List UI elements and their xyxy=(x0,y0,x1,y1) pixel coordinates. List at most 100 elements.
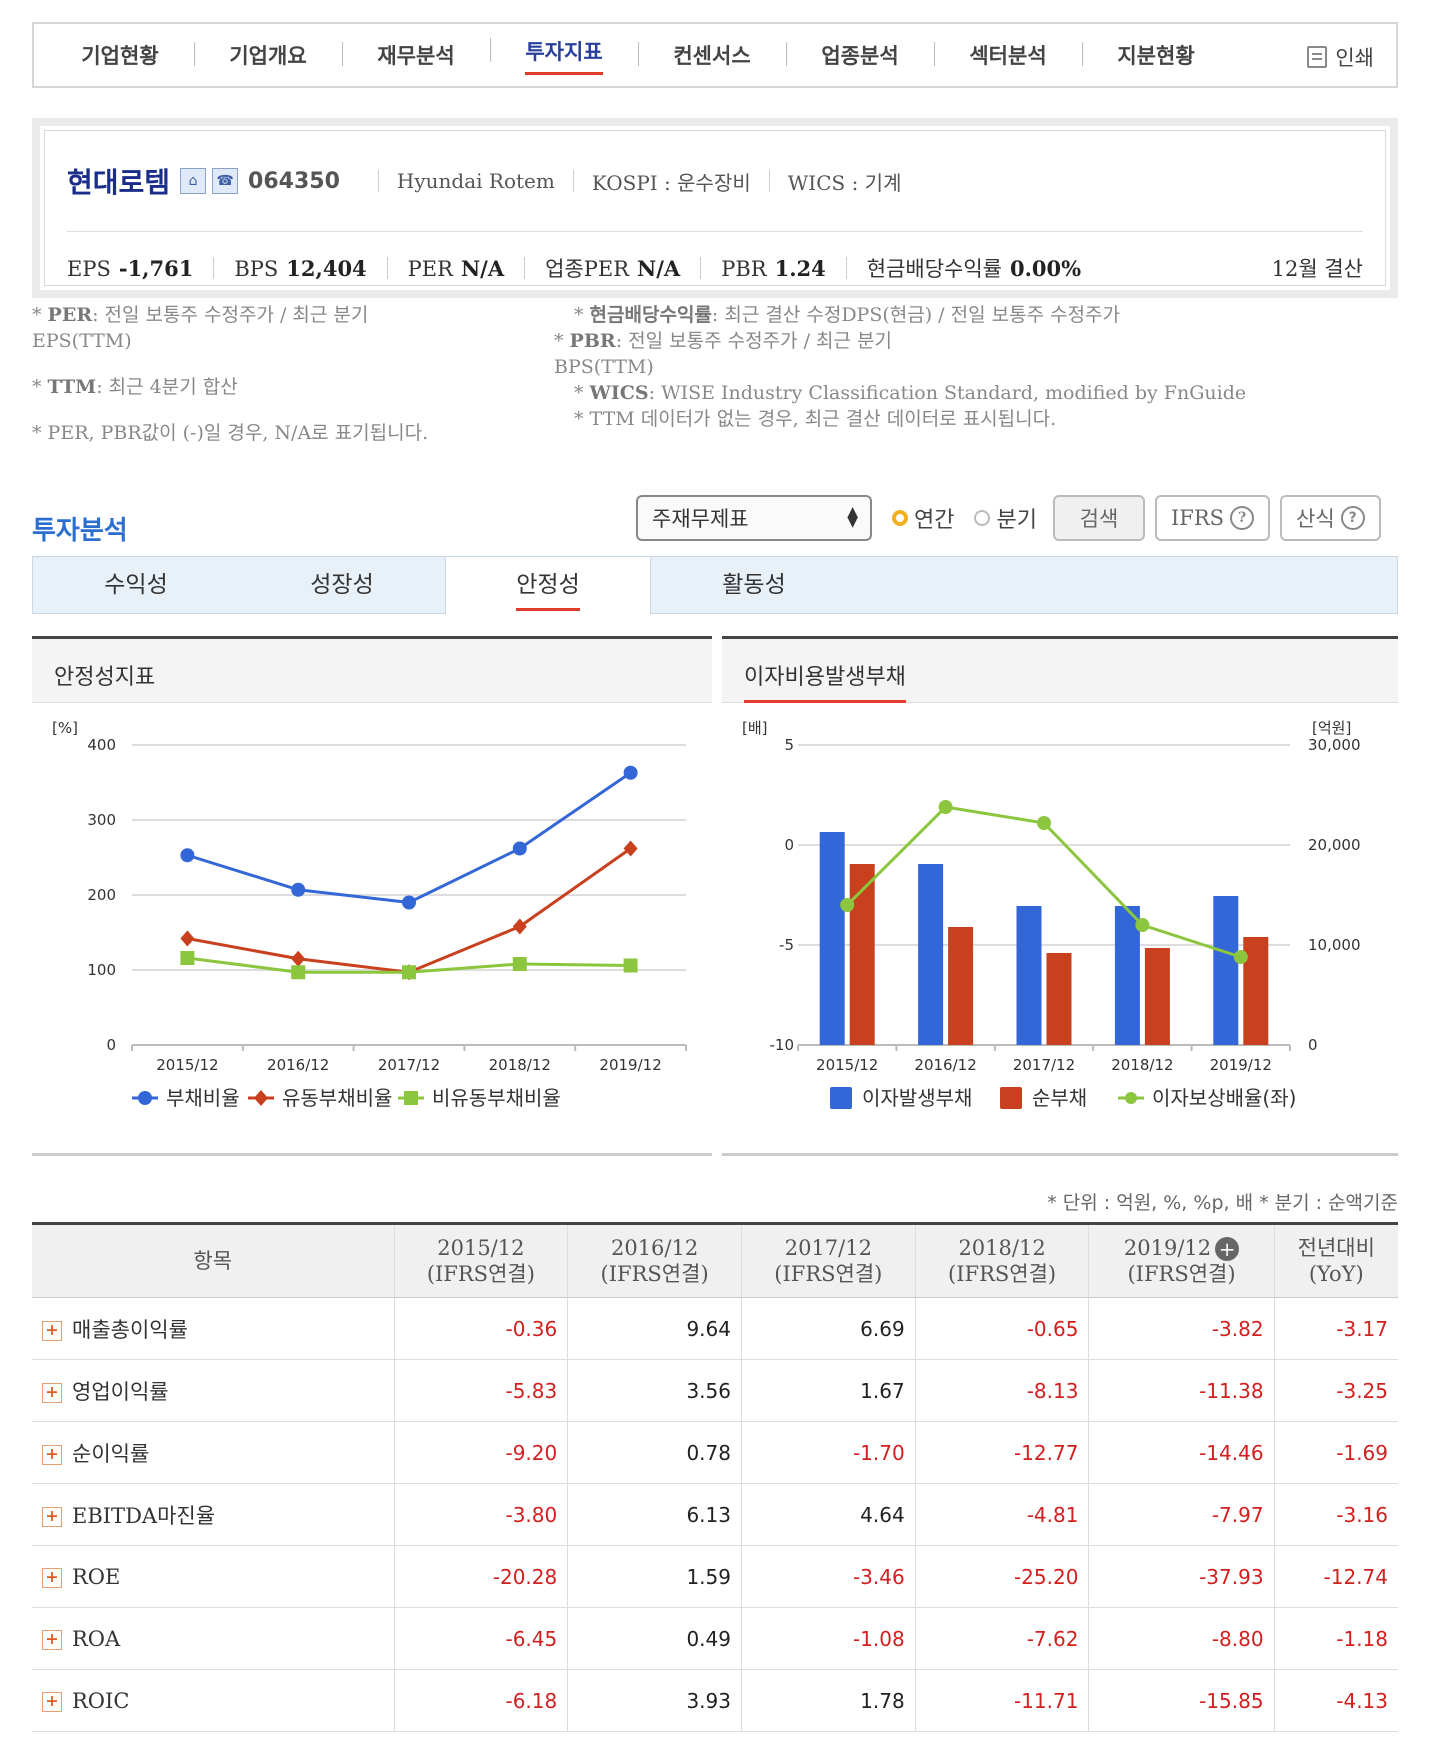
legend-label: 유동부채비율 xyxy=(282,1086,392,1110)
eps-metric: EPS -1,761 xyxy=(67,256,193,281)
data-point xyxy=(180,930,195,947)
nav-tab-company-status[interactable]: 기업현황 xyxy=(46,40,194,70)
radio-unchecked-icon xyxy=(974,510,991,526)
expand-row-icon[interactable]: + xyxy=(42,1692,62,1712)
nav-tab-industry-analysis[interactable]: 업종분석 xyxy=(786,40,934,70)
table-cell: -8.13 xyxy=(914,1359,1089,1422)
analysis-controls: 주재무제표 ▲ ▼ 연간 분기 검색 IFRS? 산식? xyxy=(636,494,1381,542)
ratios-table: 항목 2015/12 (IFRS연결) 2016/12 (IFRS연결) 2017/12(… xyxy=(32,1222,1398,1732)
statement-select-value: 주재무제표 xyxy=(652,507,749,531)
expand-row-icon[interactable]: + xyxy=(42,1630,62,1650)
expand-row-icon[interactable]: + xyxy=(42,1507,62,1527)
column-header-label: 2017/12 xyxy=(784,1236,872,1260)
y-tick-label-left: 0 xyxy=(784,836,794,854)
nav-tab-shareholding[interactable]: 지분현황 xyxy=(1082,40,1230,70)
expand-row-icon[interactable]: + xyxy=(42,1383,62,1403)
table-cell: -14.46 xyxy=(1088,1421,1275,1484)
footnotes: * PER: 전일 보통주 수정주가 / 최근 분기 EPS(TTM) * TT… xyxy=(32,302,1398,462)
data-point xyxy=(623,958,638,973)
column-header-sublabel: (IFRS연결) xyxy=(1127,1262,1236,1287)
divider xyxy=(768,170,770,192)
nav-tab-investment-indicators[interactable]: 투자지표 xyxy=(490,36,638,75)
bar xyxy=(1243,937,1269,1045)
interest-debt-chart-header: 이자비용발생부채 xyxy=(722,639,1398,703)
table-cell: -11.38 xyxy=(1088,1359,1275,1422)
print-button[interactable]: 인쇄 xyxy=(1307,42,1374,72)
data-point xyxy=(512,957,527,971)
nav-tab-company-overview[interactable]: 기업개요 xyxy=(194,40,342,70)
nav-tabs: 기업현황 기업개요 재무분석 투자지표 컨센서스 업종분석 섹터분석 지분현황 xyxy=(34,24,1396,86)
statement-select[interactable]: 주재무제표 ▲ ▼ xyxy=(636,495,872,541)
x-tick-label: 2017/12 xyxy=(378,1056,440,1074)
subtab-label: 성장성 xyxy=(310,572,374,598)
top-navigation: 기업현황 기업개요 재무분석 투자지표 컨센서스 업종분석 섹터분석 지분현황 … xyxy=(32,22,1398,88)
row-label-cell: + ROIC xyxy=(32,1669,394,1732)
table-cell: 9.64 xyxy=(567,1297,742,1360)
nav-tab-consensus[interactable]: 컨센서스 xyxy=(638,40,786,70)
subtab-activity[interactable]: 활동성 xyxy=(651,557,857,613)
subtab-growth[interactable]: 성장성 xyxy=(239,557,445,613)
row-label-cell: + 매출총이익률 xyxy=(32,1297,394,1360)
annual-radio[interactable]: 연간 xyxy=(892,502,954,534)
per-note-key: PER xyxy=(47,304,93,326)
annual-radio-label: 연간 xyxy=(914,508,955,533)
data-point xyxy=(402,895,416,910)
phone-icon[interactable]: ☎ xyxy=(212,168,239,194)
expand-row-icon[interactable]: + xyxy=(42,1321,62,1341)
quarter-radio-label: 분기 xyxy=(996,508,1037,533)
subtab-label: 활동성 xyxy=(722,572,786,598)
expand-row-icon[interactable]: + xyxy=(42,1445,62,1465)
expand-row-icon[interactable]: + xyxy=(42,1568,62,1588)
nav-tab-sector-analysis[interactable]: 섹터분석 xyxy=(934,40,1082,70)
x-tick-label: 2015/12 xyxy=(816,1056,878,1074)
legend-label: 비유동부채비율 xyxy=(432,1086,561,1110)
stability-chart-title: 안정성지표 xyxy=(54,665,156,690)
nav-tab-financial-analysis[interactable]: 재무분석 xyxy=(342,40,490,70)
wics-note-text: : WISE Industry Classification Standard,… xyxy=(648,382,1247,404)
footnotes-right: * 현금배당수익률: 최근 결산 수정DPS(현금) / 전일 보통주 수정주가… xyxy=(554,302,1314,432)
row-label: 영업이익률 xyxy=(72,1379,169,1404)
interest-debt-chart-panel: 이자비용발생부채 [배] [억원] 5 0 -5 -10 30,000 20,000 10,00… xyxy=(722,636,1398,1156)
home-icon[interactable]: ⌂ xyxy=(180,168,207,194)
row-label: 순이익률 xyxy=(72,1441,150,1466)
expand-column-icon[interactable]: + xyxy=(1215,1237,1240,1262)
subtab-profitability[interactable]: 수익성 xyxy=(33,557,239,613)
legend-label: 부채비율 xyxy=(166,1086,240,1110)
formula-help-button[interactable]: 산식? xyxy=(1280,495,1381,541)
series-line xyxy=(186,771,632,905)
ifrs-help-button[interactable]: IFRS? xyxy=(1154,495,1271,541)
settlement-month: 12월 결산 xyxy=(1271,257,1363,281)
print-label: 인쇄 xyxy=(1335,46,1374,70)
bar xyxy=(1213,896,1239,1045)
y-tick-label-left: 5 xyxy=(784,736,794,754)
table-cell: 1.78 xyxy=(740,1669,916,1732)
legend-marker xyxy=(404,1091,418,1105)
table-cell: 1.67 xyxy=(740,1359,916,1422)
table-cell: -1.70 xyxy=(740,1421,916,1484)
y-tick-label: 200 xyxy=(87,886,116,904)
key-metrics: EPS -1,761 BPS 12,404 PER N/A 업종PER N/A PBR 1… xyxy=(67,253,1363,283)
quarter-radio[interactable]: 분기 xyxy=(974,502,1037,534)
legend-swatch xyxy=(830,1087,852,1109)
y-tick-label-right: 0 xyxy=(1308,1036,1318,1054)
dividend-value: 0.00% xyxy=(1010,256,1082,281)
table-cell: -0.36 xyxy=(393,1297,568,1360)
pbr-value: 1.24 xyxy=(774,255,826,281)
table-cell: -4.81 xyxy=(914,1483,1089,1546)
table-cell: 1.59 xyxy=(567,1545,742,1608)
wics-sector: WICS : 기계 xyxy=(787,170,902,195)
data-point xyxy=(623,840,638,857)
dividend-metric: 현금배당수익률 0.00% xyxy=(867,253,1081,283)
data-point xyxy=(1233,950,1248,964)
table-cell: -12.77 xyxy=(914,1421,1089,1484)
search-button[interactable]: 검색 xyxy=(1052,495,1145,541)
formula-label: 산식 xyxy=(1296,507,1335,531)
stability-chart: [%] 0 100 200 300 400 2015/12 2016/12 2017/12 201… xyxy=(52,719,687,1110)
subtab-stability[interactable]: 안정성 xyxy=(445,556,651,614)
table-cell: -1.18 xyxy=(1273,1607,1398,1670)
dividend-note: * 현금배당수익률: 최근 결산 수정DPS(현금) / 전일 보통주 수정주가 xyxy=(574,304,1121,326)
table-cell: -7.97 xyxy=(1088,1483,1275,1546)
nav-tab-label: 섹터분석 xyxy=(969,44,1047,68)
column-header: 2018/12 (IFRS연결) xyxy=(914,1223,1089,1298)
wics-note-key: WICS xyxy=(589,382,649,404)
